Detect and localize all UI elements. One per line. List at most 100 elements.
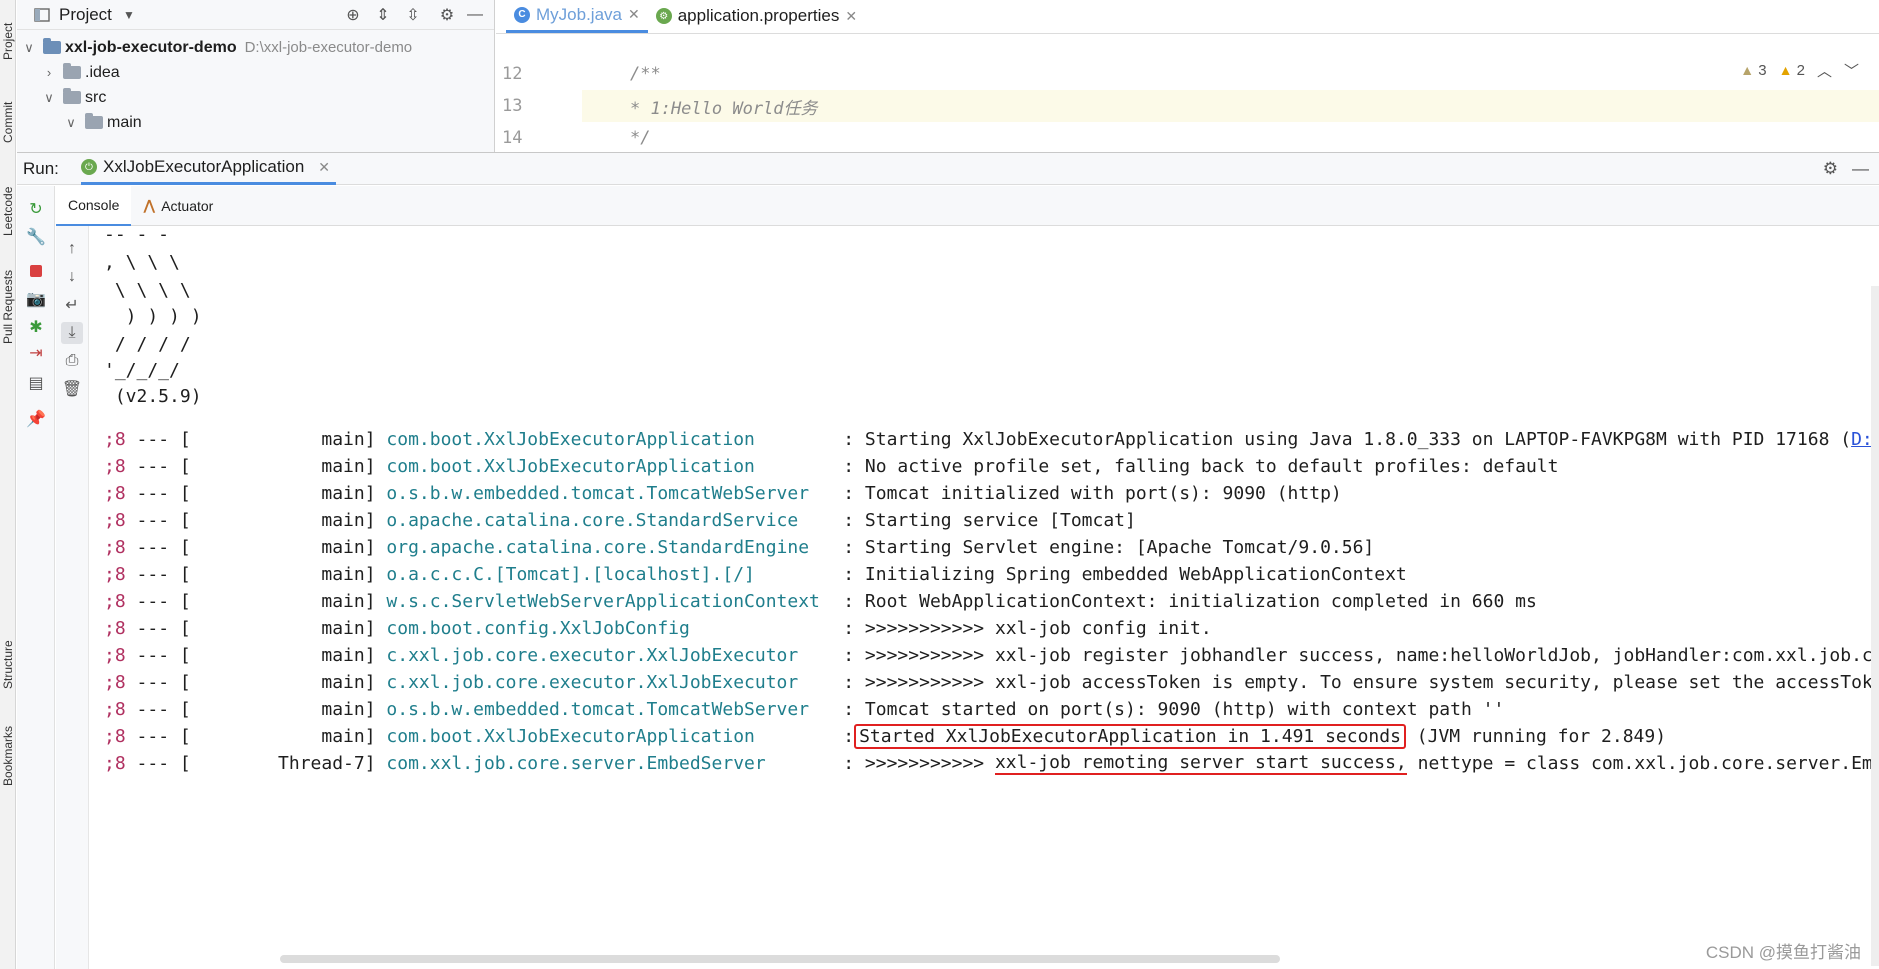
log-logger: o.apache.catalina.core.StandardService	[386, 510, 799, 531]
log-line: ;8 --- [main] o.a.c.c.C.[Tomcat].[localh…	[104, 564, 1407, 585]
inspection-widget[interactable]: ▲ 3 ▲ 2 ︿ ﹀	[1740, 60, 1859, 81]
log-message: Initializing Spring embedded WebApplicat…	[864, 564, 1407, 585]
log-logger: c.xxl.job.core.executor.XxlJobExecutor	[386, 672, 799, 693]
editor-gutter: 12 13 14	[496, 58, 582, 154]
camera-icon[interactable]: 📷	[25, 288, 47, 310]
console-output[interactable]: -- - - , \ \ \ \ \ \ \ ) ) ) ) / / / / '…	[90, 226, 1879, 969]
log-thread: main	[321, 726, 365, 747]
watermark: CSDN @摸鱼打酱油	[1705, 943, 1861, 962]
folder-icon	[63, 63, 81, 79]
log-pid: ;8	[104, 483, 126, 504]
locate-icon[interactable]: ⊕	[342, 4, 364, 26]
log-message: Tomcat initialized with port(s): 9090 (h…	[864, 483, 1342, 504]
print-icon[interactable]: ⎙	[61, 350, 83, 372]
log-line-server-start: ;8 --- [Thread-7] com.xxl.job.core.serve…	[104, 750, 1879, 777]
horizontal-scrollbar[interactable]	[280, 955, 1280, 963]
side-tab-project[interactable]: Project	[0, 6, 16, 76]
close-icon[interactable]: ✕	[628, 6, 640, 23]
line-number: 13	[502, 96, 523, 116]
log-logger: o.s.b.w.embedded.tomcat.TomcatWebServer	[386, 483, 810, 504]
log-line: ;8 --- [main] o.apache.catalina.core.Sta…	[104, 510, 1136, 531]
side-tab-commit[interactable]: Commit	[0, 92, 16, 152]
code-area[interactable]: /** * 1:Hello World任务 */	[582, 58, 1879, 154]
chevron-up-icon[interactable]: ︿	[1817, 60, 1832, 81]
log-thread: main	[321, 645, 365, 666]
rerun-icon[interactable]: ↻	[25, 198, 47, 220]
run-tab[interactable]: ⏻ XxlJobExecutorApplication ✕	[81, 152, 337, 185]
side-tab-pull-requests[interactable]: Pull Requests	[0, 262, 16, 352]
banner-line: \ \ \ \	[104, 280, 191, 301]
minimize-icon[interactable]: —	[1852, 159, 1869, 179]
chevron-down-icon[interactable]: ﹀	[1844, 60, 1859, 81]
run-toolbar: ↻ 🔧 📷 ✱ ⇥ ▤ 📌	[17, 186, 55, 969]
tree-item-label: .idea	[85, 63, 120, 81]
editor-tab-label: MyJob.java	[536, 4, 622, 24]
stop-icon[interactable]	[25, 260, 47, 282]
log-message-suffix: (JVM running for 2.849)	[1405, 726, 1667, 747]
minimize-icon[interactable]: —	[464, 4, 486, 26]
editor-tab-application-properties[interactable]: ⚙ application.properties ✕	[648, 0, 865, 33]
warning-count-group[interactable]: ▲ 2	[1779, 62, 1805, 79]
arrow-down-icon[interactable]: ↓	[61, 266, 83, 288]
arrow-up-icon[interactable]: ↑	[61, 238, 83, 260]
gear-icon[interactable]: ⚙	[1823, 159, 1838, 179]
log-pid: ;8	[104, 753, 126, 774]
vertical-scrollbar[interactable]	[1871, 286, 1879, 966]
chevron-down-icon[interactable]: ▼	[118, 4, 140, 26]
tree-item-root[interactable]: ∨ xxl-job-executor-demo D:\xxl-job-execu…	[17, 35, 494, 60]
java-class-icon: C	[514, 6, 530, 23]
layout-icon[interactable]: ▤	[25, 372, 47, 394]
log-message: Starting XxlJobExecutorApplication using…	[864, 429, 1852, 450]
banner-line: / / / /	[104, 334, 191, 355]
log-thread: main	[321, 672, 365, 693]
side-tab-structure[interactable]: Structure	[0, 630, 16, 700]
side-tab-label: Pull Requests	[1, 269, 15, 345]
side-tab-leetcode[interactable]: Leetcode	[0, 176, 16, 246]
weak-warning-count[interactable]: ▲ 3	[1740, 62, 1766, 79]
tree-item-idea[interactable]: › .idea	[17, 60, 494, 85]
log-pid: ;8	[104, 618, 126, 639]
pin-icon[interactable]: 📌	[25, 408, 47, 430]
banner-line: ) ) ) )	[104, 306, 202, 327]
close-icon[interactable]: ✕	[318, 159, 330, 176]
tree-item-main[interactable]: ∨ main	[17, 110, 494, 135]
log-pid: ;8	[104, 564, 126, 585]
tab-actuator-label: Actuator	[161, 197, 214, 214]
editor-tab-myjob[interactable]: C MyJob.java ✕	[506, 0, 648, 33]
expand-all-icon[interactable]: ⇕	[372, 4, 394, 26]
side-tab-label: Structure	[1, 640, 15, 690]
side-tab-bookmarks[interactable]: Bookmarks	[0, 716, 16, 796]
wrench-icon[interactable]: 🔧	[25, 226, 47, 248]
log-logger: o.s.b.w.embedded.tomcat.TomcatWebServer	[386, 699, 810, 720]
exit-icon[interactable]: ⇥	[25, 342, 47, 364]
scroll-to-end-icon[interactable]: ⤓	[61, 322, 83, 344]
soft-wrap-icon[interactable]: ↵	[61, 294, 83, 316]
line-number: 14	[502, 128, 523, 148]
trash-icon[interactable]: 🗑	[61, 378, 83, 400]
log-thread: main	[321, 564, 365, 585]
project-view-icon	[31, 4, 53, 26]
log-pid: ;8	[104, 591, 126, 612]
log-message: Starting Servlet engine: [Apache Tomcat/…	[864, 537, 1375, 558]
log-line: ;8 --- [main] w.s.c.ServletWebServerAppl…	[104, 591, 1537, 612]
log-thread: main	[321, 510, 365, 531]
gear-icon[interactable]: ⚙	[436, 4, 458, 26]
close-icon[interactable]: ✕	[845, 8, 857, 25]
tree-item-src[interactable]: ∨ src	[17, 85, 494, 110]
chevron-right-icon[interactable]: ›	[41, 65, 57, 80]
collapse-all-icon[interactable]: ⇳	[402, 4, 424, 26]
debug-icon[interactable]: ✱	[25, 316, 47, 338]
console-toolbar: ↑ ↓ ↵ ⤓ ⎙ 🗑	[56, 226, 89, 969]
tab-actuator[interactable]: ⋀ Actuator	[131, 186, 225, 226]
project-title[interactable]: Project	[59, 5, 112, 25]
log-line-started: ;8 --- [main] com.boot.XxlJobExecutorApp…	[104, 724, 1667, 749]
log-pid: ;8	[104, 429, 126, 450]
underlined-success-message: xxl-job remoting server start success,	[994, 752, 1407, 775]
tab-console[interactable]: Console	[56, 185, 132, 226]
console-subtabs: Console ⋀ Actuator	[56, 185, 1879, 226]
chevron-down-icon[interactable]: ∨	[21, 40, 37, 56]
highlighted-started-message: Started XxlJobExecutorApplication in 1.4…	[854, 724, 1406, 749]
chevron-down-icon[interactable]: ∨	[41, 90, 57, 106]
chevron-down-icon[interactable]: ∨	[63, 115, 79, 131]
log-message: Tomcat started on port(s): 9090 (http) w…	[864, 699, 1505, 720]
